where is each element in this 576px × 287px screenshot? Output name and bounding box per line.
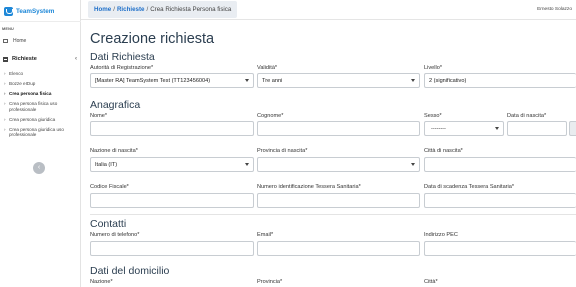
- autorita-select[interactable]: [Master RA] TeamSystem Test (TT123456004…: [90, 73, 254, 88]
- label-nazione-nascita: Nazione di nascita*: [90, 148, 138, 154]
- sidebar-item-label: Bozze eIDup: [9, 80, 36, 86]
- tessera-sanitaria-input[interactable]: [257, 193, 420, 208]
- logo[interactable]: TeamSystem: [4, 5, 54, 17]
- sidebar-subitems: › Elenco › Bozze eIDup › Crea persona fi…: [4, 71, 78, 142]
- breadcrumb-richieste[interactable]: Richieste: [117, 6, 145, 13]
- livello-select[interactable]: 2 (significativo): [424, 73, 576, 88]
- label-citta-domicilio: Città*: [424, 279, 438, 285]
- breadcrumb: Home / Richieste / Crea Richiesta Person…: [88, 1, 238, 18]
- label-nome: Nome*: [90, 113, 108, 119]
- validita-value: Tre anni: [262, 77, 283, 84]
- label-scadenza-tessera: Data di scadenza Tessera Sanitaria*: [424, 184, 515, 190]
- cognome-input[interactable]: [257, 121, 420, 136]
- label-telefono: Numero di telefono*: [90, 232, 140, 238]
- sidebar-collapse-button[interactable]: ‹: [33, 162, 45, 174]
- section-divider: [90, 214, 576, 215]
- label-tessera-sanitaria: Numero identificazione Tessera Sanitaria…: [257, 184, 361, 190]
- sidebar-section-label: Richieste: [12, 56, 37, 62]
- breadcrumb-current: Crea Richiesta Persona fisica: [150, 6, 232, 13]
- provincia-nascita-select[interactable]: [257, 157, 420, 172]
- menu-label: MENU: [2, 27, 14, 31]
- breadcrumb-separator: /: [113, 6, 115, 13]
- sidebar-divider: [0, 21, 81, 22]
- label-email: Email*: [257, 232, 274, 238]
- teamsystem-logo-icon: [4, 6, 13, 16]
- sidebar-item-label: Crea persona fisica: [9, 90, 52, 96]
- label-cognome: Cognome*: [257, 113, 284, 119]
- livello-value: 2 (significativo): [429, 77, 467, 84]
- sidebar-item-bozze[interactable]: › Bozze eIDup: [4, 81, 78, 87]
- email-input[interactable]: [257, 241, 420, 256]
- sidebar-item-label: Crea persona giuridica: [9, 116, 56, 122]
- sidebar-item-label: Elenco: [9, 71, 24, 76]
- validita-select[interactable]: Tre anni: [257, 73, 420, 88]
- sidebar-section-richieste[interactable]: Richieste ‹: [3, 56, 77, 62]
- sesso-value: --------: [431, 125, 446, 132]
- calendar-icon[interactable]: [569, 121, 576, 136]
- label-livello: Livello*: [424, 65, 443, 71]
- section-title-domicilio: Dati del domicilio: [90, 265, 170, 277]
- label-data-nascita: Data di nascita*: [507, 113, 547, 119]
- label-codice-fiscale: Codice Fiscale*: [90, 184, 129, 190]
- telefono-input[interactable]: [90, 241, 254, 256]
- nazione-nascita-select[interactable]: Italia (IT): [90, 157, 254, 172]
- scadenza-tessera-input[interactable]: [424, 193, 576, 208]
- label-validita: Validità*: [257, 65, 278, 71]
- sidebar-item-crea-persona-giuridica-professionale[interactable]: › Crea persona giuridica uso professiona…: [4, 127, 78, 138]
- nazione-nascita-value: Italia (IT): [95, 161, 118, 168]
- main-content: Creazione richiesta Dati Richiesta Autor…: [81, 21, 576, 287]
- section-title-contatti: Contatti: [90, 218, 127, 230]
- sidebar-item-label: Crea persona fisica uso professionale: [9, 100, 58, 112]
- logo-text: TeamSystem: [16, 7, 55, 15]
- label-provincia-domicilio: Provincia*: [257, 279, 283, 285]
- breadcrumb-home[interactable]: Home: [94, 6, 111, 13]
- chevron-left-icon[interactable]: ‹: [75, 56, 77, 62]
- section-title-anagrafica: Anagrafica: [90, 99, 141, 111]
- sidebar-item-home-label: Home: [13, 38, 27, 44]
- codice-fiscale-input[interactable]: [90, 193, 254, 208]
- sidebar-item-home[interactable]: Home: [3, 38, 26, 44]
- page-title: Creazione richiesta: [90, 31, 215, 47]
- topbar: Home / Richieste / Crea Richiesta Person…: [81, 0, 576, 20]
- sidebar-item-crea-persona-giuridica[interactable]: › Crea persona giuridica: [4, 117, 78, 123]
- nome-input[interactable]: [90, 121, 254, 136]
- autorita-value: [Master RA] TeamSystem Test (TT123456004…: [95, 77, 211, 84]
- sidebar-item-label: Crea persona giuridica uso professionale: [9, 126, 64, 138]
- pec-input[interactable]: [424, 241, 576, 256]
- section-title-dati-richiesta: Dati Richiesta: [90, 51, 155, 63]
- data-nascita-input[interactable]: [507, 121, 567, 136]
- sidebar-item-elenco[interactable]: › Elenco: [4, 71, 78, 77]
- sesso-select[interactable]: --------: [424, 121, 504, 136]
- label-provincia-nascita: Provincia di nascita*: [257, 148, 308, 154]
- label-citta-nascita: Città di nascita*: [424, 148, 463, 154]
- sidebar-item-crea-persona-fisica[interactable]: › Crea persona fisica: [4, 91, 78, 97]
- user-menu[interactable]: Ernesto Solazzo: [537, 7, 572, 12]
- sidebar-item-crea-persona-fisica-professionale[interactable]: › Crea persona fisica uso professionale: [4, 101, 78, 112]
- label-sesso: Sesso*: [424, 113, 442, 119]
- citta-nascita-select[interactable]: [424, 157, 576, 172]
- sidebar: TeamSystem MENU Home Richieste ‹ › Elenc…: [0, 0, 81, 287]
- list-icon: [3, 56, 8, 62]
- home-icon: [3, 39, 8, 43]
- label-pec: Indirizzo PEC: [424, 232, 458, 238]
- breadcrumb-separator: /: [146, 6, 149, 13]
- label-autorita: Autorità di Registrazione*: [90, 65, 154, 71]
- label-nazione-domicilio: Nazione*: [90, 279, 113, 285]
